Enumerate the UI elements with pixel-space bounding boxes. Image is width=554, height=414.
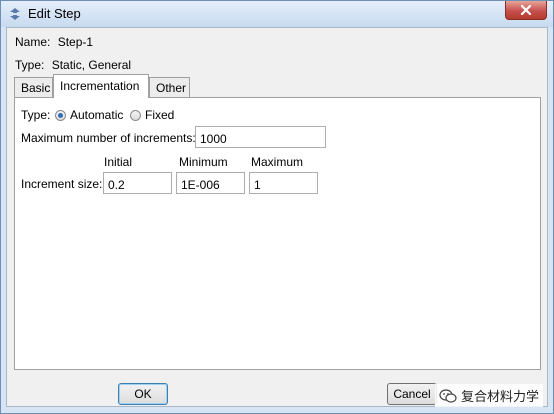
maximum-column-header: Maximum [251,155,304,169]
tab-basic[interactable]: Basic [14,77,53,97]
tab-label: Other [156,81,187,95]
initial-column-header: Initial [104,155,133,169]
step-icon [8,7,22,21]
name-label: Name: [15,35,51,49]
name-value: Step-1 [57,35,94,49]
step-name-row: Name: Step-1 [15,35,93,49]
close-button[interactable] [505,1,547,20]
tab-other[interactable]: Other [149,77,190,97]
incrementation-panel: Type: Automatic Fixed Maximum number of … [14,97,541,370]
cancel-label: Cancel [393,387,431,401]
dialog-body: Name: Step-1 Type: Static, General Basic… [6,27,548,407]
tab-label: Incrementation [60,79,140,93]
fixed-label[interactable]: Fixed [145,108,174,122]
max-increments-input[interactable] [195,126,326,148]
step-type-row: Type: Static, General [15,58,131,72]
close-icon [520,5,532,15]
type-value: Static, General [51,58,132,72]
minimum-column-header: Minimum [179,155,228,169]
max-increments-label: Maximum number of increments: [21,131,196,145]
edit-step-dialog: Edit Step Name: Step-1 Type: Static, Gen… [0,0,554,414]
initial-increment-input[interactable] [103,172,172,194]
cancel-button[interactable]: Cancel [387,383,437,405]
fixed-radio[interactable] [130,110,141,121]
minimum-increment-input[interactable] [176,172,245,194]
ok-button[interactable]: OK [118,383,168,405]
title-bar[interactable]: Edit Step [1,1,553,27]
automatic-label[interactable]: Automatic [70,108,123,122]
window-title: Edit Step [28,6,81,21]
wechat-icon [439,389,457,403]
increment-type-label: Type: [21,108,51,122]
automatic-radio[interactable] [55,110,66,121]
ok-label: OK [134,387,152,401]
increment-size-label: Increment size: [21,177,103,191]
maximum-increment-input[interactable] [249,172,318,194]
type-label: Type: [15,58,45,72]
tab-label: Basic [21,81,51,95]
watermark-text: 复合材料力学 [461,389,540,404]
tab-incrementation[interactable]: Incrementation [53,74,149,98]
watermark: 复合材料力学 [435,384,544,407]
